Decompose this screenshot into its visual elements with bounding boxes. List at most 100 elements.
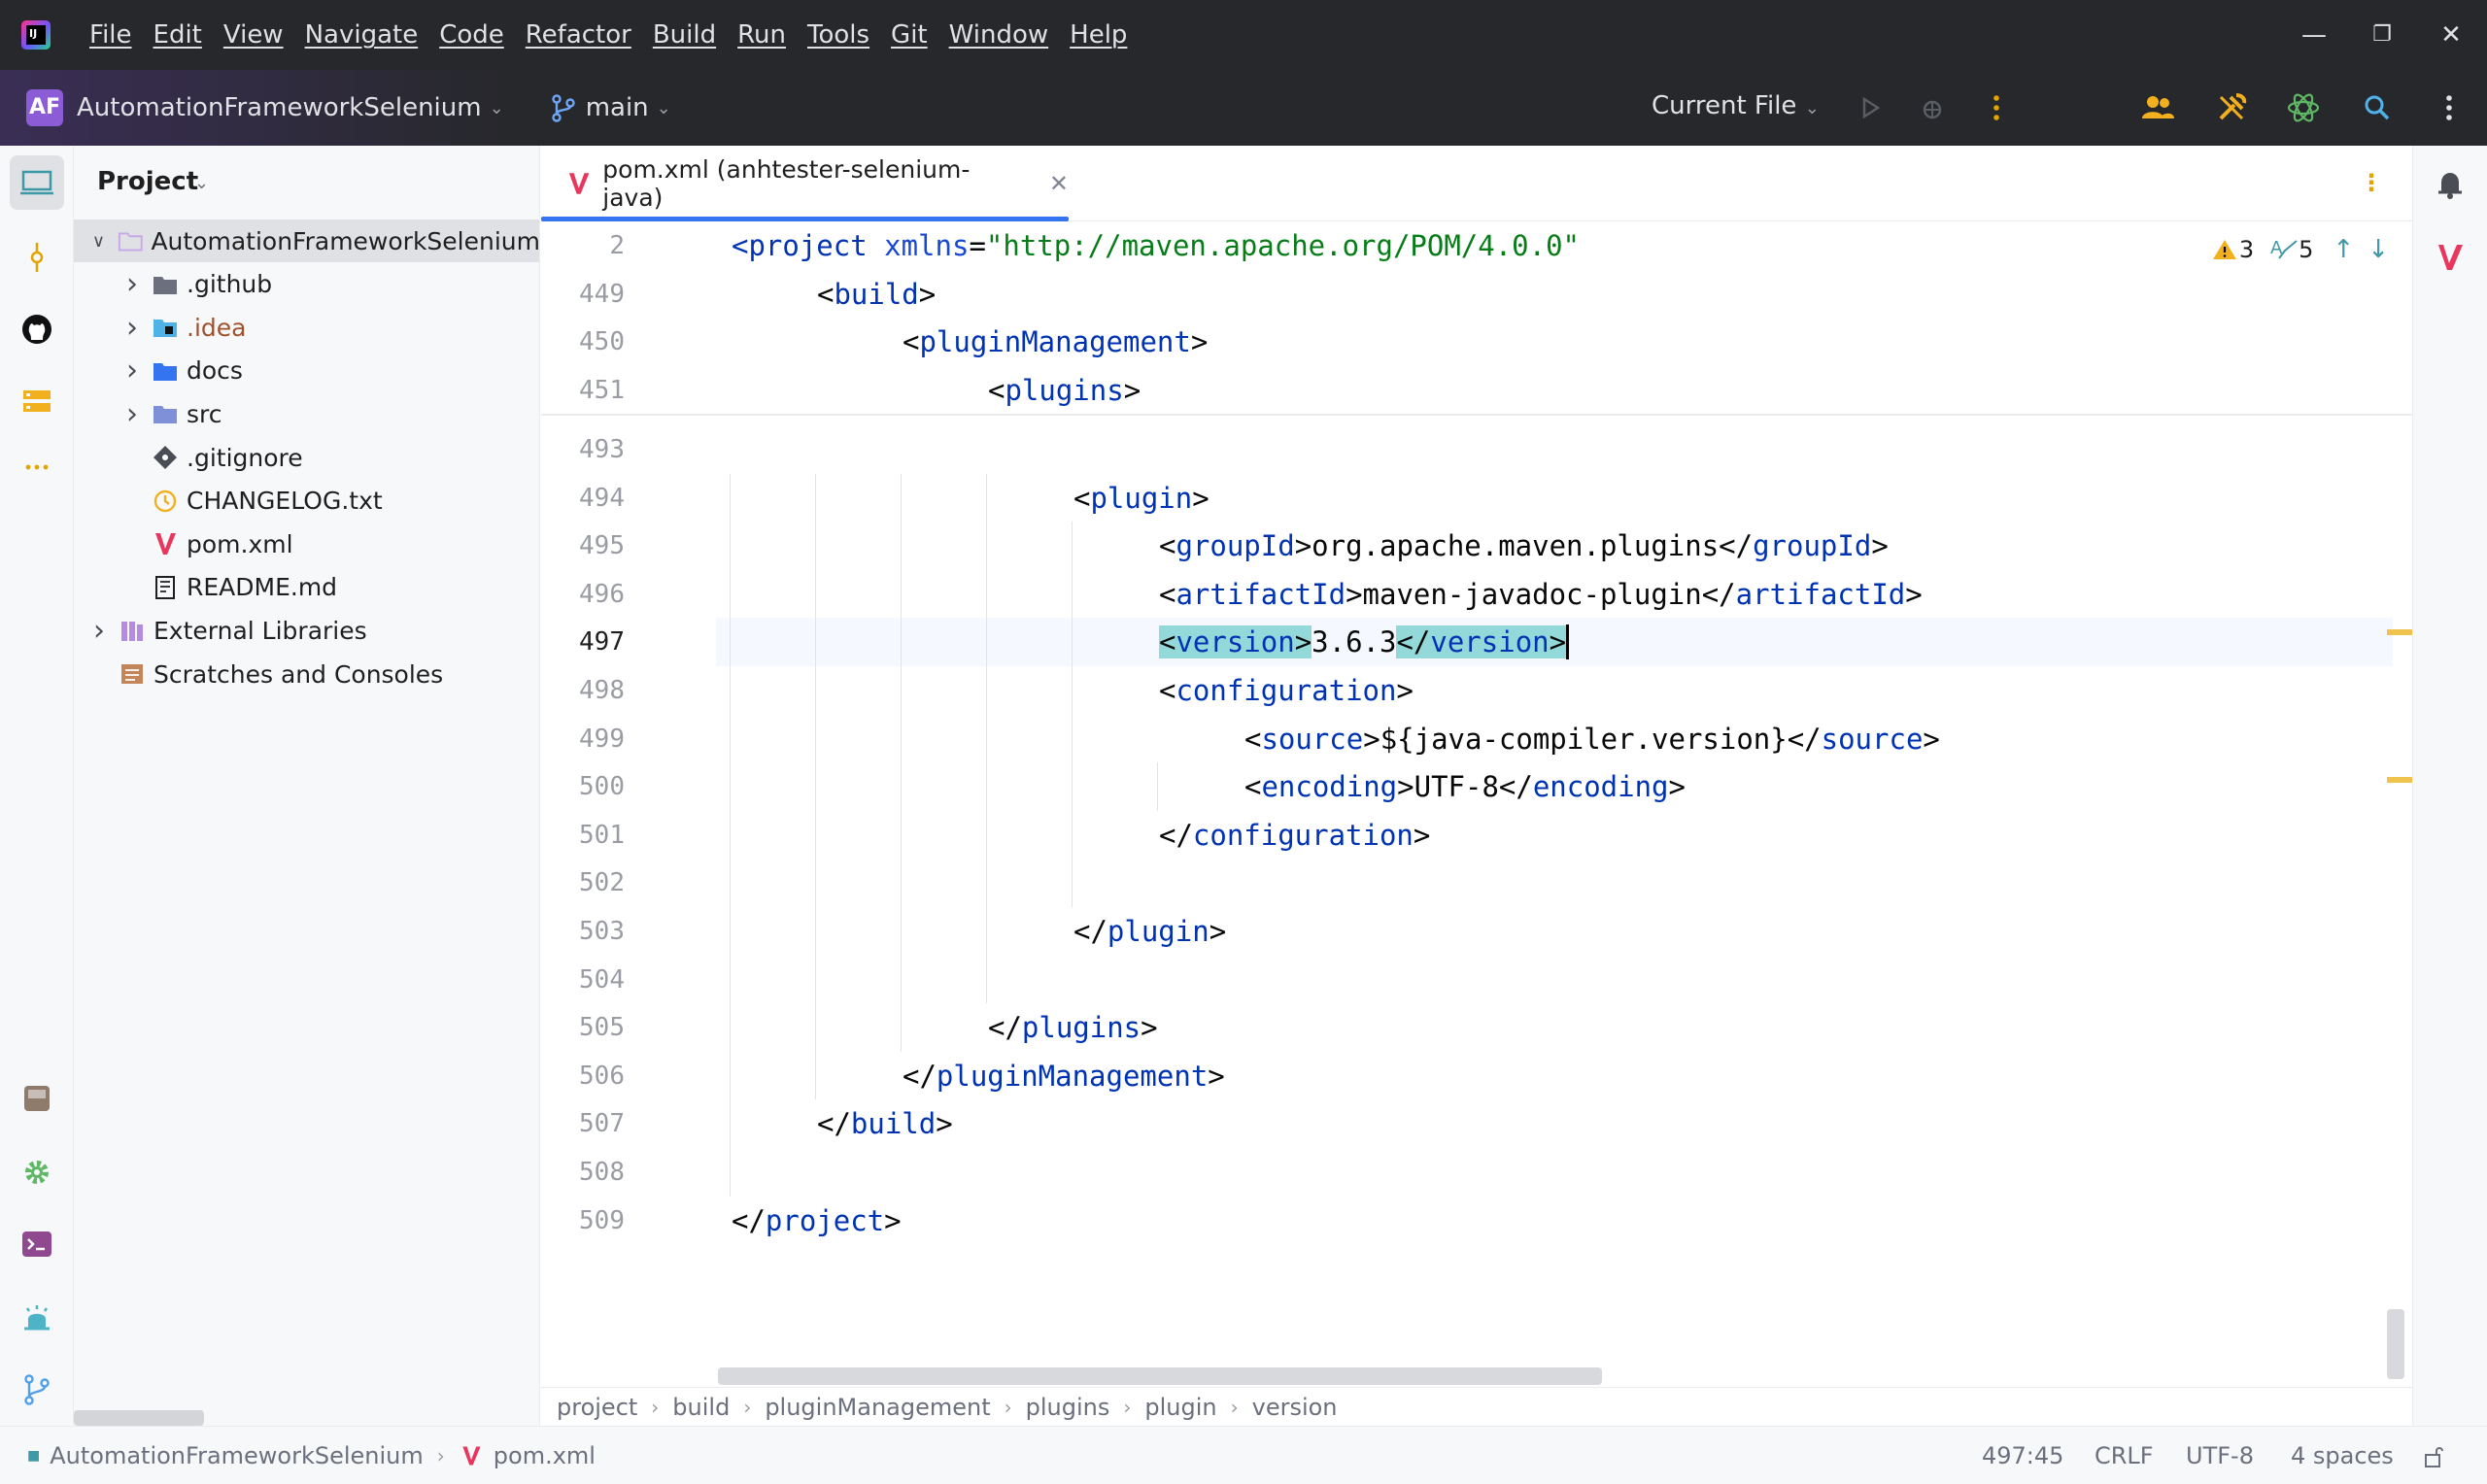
warning-marker[interactable]	[2387, 777, 2412, 783]
previous-highlight-icon[interactable]: ↑	[2333, 235, 2354, 264]
project-panel-title[interactable]: Project	[97, 167, 198, 196]
file-encoding[interactable]: UTF-8	[2186, 1442, 2254, 1469]
chevron-right-icon[interactable]: ›	[120, 267, 144, 301]
status-bar: ■ AutomationFrameworkSelenium › pom.xml …	[0, 1426, 2487, 1484]
ai-assistant-icon[interactable]	[2285, 89, 2322, 126]
chevron-right-icon[interactable]: ›	[120, 354, 144, 388]
chevron-right-icon[interactable]: ›	[120, 311, 144, 345]
breadcrumb-item[interactable]: build	[672, 1394, 730, 1421]
caret-position[interactable]: 497:45	[1982, 1442, 2063, 1469]
debug-icon[interactable]	[1914, 89, 1951, 126]
structure-icon[interactable]	[18, 383, 55, 420]
chevron-down-icon[interactable]: ⌄	[490, 98, 504, 118]
code-line[interactable]: <version>3.6.3</version>	[716, 618, 2393, 667]
tree-item-label: src	[187, 399, 222, 428]
more-tools-icon[interactable]	[18, 449, 55, 486]
project-selector[interactable]: AutomationFrameworkSelenium	[77, 93, 482, 122]
code-line-content: <plugin>	[1073, 474, 1209, 523]
minimize-icon[interactable]: —	[2297, 17, 2332, 52]
tree-item[interactable]: › External Libraries	[74, 609, 539, 652]
vertical-scrollbar[interactable]	[2387, 1309, 2404, 1379]
line-number: 495	[579, 531, 625, 561]
tree-item[interactable]: › src	[74, 392, 539, 435]
git-branch-icon[interactable]	[551, 93, 576, 122]
indent-setting[interactable]: 4 spaces	[2291, 1442, 2394, 1469]
run-icon[interactable]	[1852, 89, 1889, 126]
editor: pom.xml (anhtester-selenium-java) ✕ ⋮ 2 4…	[541, 146, 2412, 1426]
tree-item[interactable]: ∨ AutomationFrameworkSelenium	[74, 219, 540, 262]
tree-item[interactable]: Scratches and Consoles	[74, 653, 539, 695]
chevron-right-icon: ›	[1123, 1395, 1132, 1419]
menu-edit[interactable]: Edit	[153, 20, 202, 50]
breadcrumb-item[interactable]: plugins	[1026, 1394, 1110, 1421]
menu-navigate[interactable]: Navigate	[305, 20, 419, 50]
menu-git[interactable]: Git	[891, 20, 928, 50]
tree-item[interactable]: README.md	[74, 566, 539, 609]
project-view-icon[interactable]	[18, 164, 55, 201]
folder-src-icon	[153, 406, 177, 424]
inspection-widget[interactable]: 3 A 5 ↑ ↓	[2212, 235, 2389, 264]
settings-gear-icon[interactable]	[18, 1154, 55, 1191]
notifications-icon[interactable]	[2432, 165, 2469, 202]
menu-refactor[interactable]: Refactor	[526, 20, 631, 50]
close-window-icon[interactable]: ✕	[2434, 17, 2469, 52]
next-highlight-icon[interactable]: ↓	[2368, 235, 2389, 264]
main-menu-icon[interactable]	[2431, 89, 2468, 126]
code-with-me-icon[interactable]	[2139, 89, 2176, 126]
tree-item[interactable]: › .github	[74, 263, 539, 306]
line-number: 503	[579, 917, 625, 946]
chevron-down-icon[interactable]: ⌄	[194, 173, 209, 193]
tree-item[interactable]: › .idea	[74, 306, 539, 349]
menu-file[interactable]: File	[89, 20, 132, 50]
close-tab-icon[interactable]: ✕	[1049, 170, 1069, 197]
tree-item[interactable]: pom.xml	[74, 523, 539, 565]
branch-selector[interactable]: main	[586, 93, 649, 122]
line-number: 504	[579, 964, 625, 995]
tree-item[interactable]: › docs	[74, 350, 539, 392]
git-icon[interactable]	[18, 1371, 55, 1408]
breadcrumb-item[interactable]: project	[557, 1394, 637, 1421]
text-caret	[1566, 624, 1570, 660]
status-file-crumb[interactable]: pom.xml	[494, 1442, 596, 1469]
build-tools-icon[interactable]	[2213, 89, 2250, 126]
breadcrumb-item[interactable]: pluginManagement	[765, 1394, 990, 1421]
read-only-lock-icon[interactable]	[2423, 1444, 2446, 1469]
horizontal-scrollbar[interactable]	[74, 1410, 204, 1426]
breadcrumb-item[interactable]: plugin	[1144, 1394, 1216, 1421]
tree-item-label: AutomationFrameworkSelenium	[151, 226, 540, 255]
github-icon[interactable]	[18, 311, 55, 348]
menu-help[interactable]: Help	[1070, 20, 1127, 50]
code-area[interactable]: <project xmlns="http://maven.apache.org/…	[716, 221, 2393, 1334]
chevron-down-icon[interactable]: ∨	[87, 231, 110, 252]
code-line-content: <build>	[817, 270, 936, 319]
problems-icon[interactable]	[18, 1299, 55, 1336]
menu-run[interactable]: Run	[737, 20, 786, 50]
menu-window[interactable]: Window	[949, 20, 1049, 50]
terminal-icon[interactable]	[18, 1226, 55, 1263]
chevron-down-icon[interactable]: ⌄	[657, 98, 671, 118]
menu-code[interactable]: Code	[439, 20, 504, 50]
search-icon[interactable]	[2359, 89, 2396, 126]
status-project-crumb[interactable]: AutomationFrameworkSelenium	[50, 1442, 424, 1469]
line-separator[interactable]: CRLF	[2095, 1442, 2154, 1469]
editor-tab-pom-xml[interactable]: pom.xml (anhtester-selenium-java) ✕	[541, 146, 1069, 221]
restore-icon[interactable]: ❐	[2365, 17, 2400, 52]
intellij-logo-icon[interactable]: IJ	[21, 20, 51, 50]
menu-build[interactable]: Build	[653, 20, 716, 50]
project-badge[interactable]: AF	[26, 89, 63, 126]
menu-view[interactable]: View	[223, 20, 284, 50]
warning-marker[interactable]	[2387, 629, 2412, 635]
tab-actions-icon[interactable]: ⋮	[2360, 169, 2383, 196]
horizontal-scrollbar[interactable]	[718, 1367, 1602, 1385]
more-actions-icon[interactable]	[1978, 89, 2015, 126]
chevron-right-icon[interactable]: ›	[87, 614, 111, 648]
services-icon[interactable]	[18, 1080, 55, 1117]
breadcrumb-item[interactable]: version	[1252, 1394, 1338, 1421]
maven-tool-window-icon[interactable]	[2432, 239, 2469, 276]
tree-item[interactable]: CHANGELOG.txt	[74, 480, 539, 523]
tree-item[interactable]: .gitignore	[74, 436, 539, 479]
menu-tools[interactable]: Tools	[807, 20, 869, 50]
chevron-right-icon[interactable]: ›	[120, 397, 144, 431]
run-configuration-selector[interactable]: Current File ⌄	[1652, 91, 1820, 120]
commit-icon[interactable]	[18, 239, 55, 276]
